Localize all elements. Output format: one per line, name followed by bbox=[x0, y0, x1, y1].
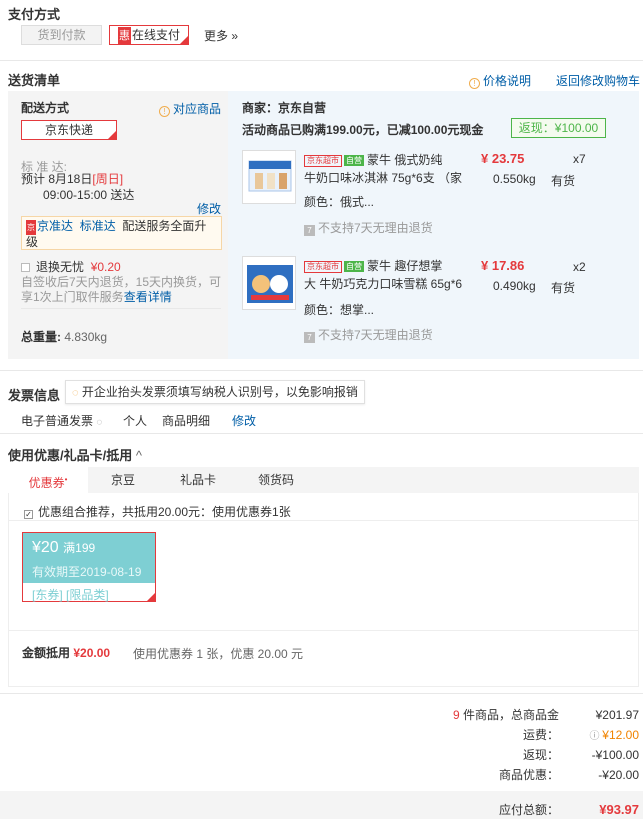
coupon-tabs: 优惠券• 京豆 礼品卡 领货码 bbox=[8, 467, 639, 493]
rebate-badge: 返现：¥100.00 bbox=[511, 118, 606, 138]
product-title[interactable]: 京东超市 自营 蒙牛 俄式奶纯 牛奶口味冰淇淋 75g*6支 （家 bbox=[304, 151, 474, 187]
coupon-tags: [东券] [限品类] bbox=[32, 588, 109, 602]
coupon-card[interactable]: ¥20 满199 有效期至2019-08-19 [东券] [限品类] bbox=[22, 532, 156, 602]
checkbox-checked-icon[interactable]: ✓ bbox=[24, 510, 33, 519]
invoice-person: 个人 bbox=[123, 414, 148, 428]
info-icon: ! bbox=[159, 106, 170, 117]
summary-rebate: 返现： -¥100.00 bbox=[522, 748, 639, 762]
amount-deducted: 金额抵用 ¥20.00 bbox=[22, 646, 111, 660]
invoice-detail: 商品明细 bbox=[162, 414, 211, 428]
shipper-option-button[interactable]: 京东快递 bbox=[21, 120, 117, 140]
product-color: 颜色：想掌... bbox=[304, 303, 375, 317]
coupon-combo[interactable]: ✓ 优惠组合推荐，共抵用20.00元：使用优惠券1张 bbox=[24, 503, 291, 520]
cod-option-button[interactable]: 货到付款 bbox=[21, 25, 102, 45]
selected-corner-icon bbox=[146, 592, 156, 602]
summary-goods-total: 9 件商品，总商品金 ¥201.97 bbox=[452, 708, 639, 722]
selected-corner-icon bbox=[179, 35, 189, 45]
online-pay-label: 在线支付 bbox=[131, 28, 180, 42]
product-image[interactable] bbox=[242, 256, 296, 310]
corresponding-items-link[interactable]: ! 对应商品 bbox=[159, 100, 221, 117]
divider bbox=[0, 433, 643, 434]
summary-payable: 应付总额： ¥93.97 bbox=[498, 802, 639, 817]
product-image[interactable] bbox=[242, 150, 296, 204]
delivery-method-title: 配送方式 bbox=[21, 101, 70, 115]
no-return-note: 7 不支持7天无理由退货 bbox=[304, 326, 433, 343]
tab-redeem-code[interactable]: 领货码 bbox=[238, 467, 314, 493]
product-color: 颜色：俄式... bbox=[304, 195, 375, 209]
promo-icon: 京 bbox=[26, 220, 36, 235]
refund-checkbox[interactable] bbox=[21, 263, 30, 272]
divider bbox=[0, 370, 643, 371]
jd-supermarket-tag: 京东超市 bbox=[304, 154, 342, 167]
product-price: ¥ 23.75 bbox=[481, 151, 525, 166]
shipper-label: 京东快递 bbox=[44, 123, 93, 137]
divider bbox=[0, 60, 643, 61]
amount-description: 使用优惠券 1 张，优惠 20.00 元 bbox=[133, 647, 304, 661]
invoice-section-title: 发票信息 bbox=[8, 388, 61, 403]
self-operated-tag: 自营 bbox=[344, 261, 364, 273]
no-return-icon: 7 bbox=[304, 332, 315, 343]
no-return-note: 7 不支持7天无理由退货 bbox=[304, 219, 433, 236]
delivery-section-title: 送货清单 bbox=[8, 73, 61, 88]
product-stock: 有货 bbox=[551, 174, 576, 188]
coupon-section-title[interactable]: 使用优惠/礼品卡/抵用 ^ bbox=[8, 445, 142, 464]
eta-text: 预计 8月18日[周日] bbox=[21, 172, 124, 186]
tab-coupon[interactable]: 优惠券• bbox=[8, 467, 88, 493]
payment-section-title: 支付方式 bbox=[8, 7, 61, 22]
info-icon: ! bbox=[469, 78, 480, 89]
product-weight: 0.550kg bbox=[493, 172, 536, 186]
shop-name: 商家：京东自营 bbox=[242, 101, 327, 115]
info-icon: ◌ bbox=[96, 417, 103, 428]
tab-gift-card[interactable]: 礼品卡 bbox=[158, 467, 238, 493]
shop-promo: 活动商品已购满199.00元，已减100.00元现金 bbox=[242, 123, 484, 137]
invoice-tip: ◌ 开企业抬头发票须填写纳税人识别号，以免影响报销 bbox=[65, 380, 365, 404]
product-qty: x2 bbox=[573, 260, 586, 274]
refund-description: 自签收后7天内退货，15天内换货，可享1次上门取件服务查看详情 bbox=[21, 275, 222, 304]
selected-corner-icon bbox=[107, 130, 117, 140]
product-stock: 有货 bbox=[551, 281, 576, 295]
online-pay-option-button[interactable]: 惠在线支付 bbox=[109, 25, 189, 45]
coupon-amount: ¥20 满199 bbox=[32, 539, 96, 556]
summary-freight: 运费： ⓘ ¥12.00 bbox=[522, 728, 639, 742]
price-note-link[interactable]: ! 价格说明 bbox=[469, 72, 531, 89]
summary-discount: 商品优惠： -¥20.00 bbox=[498, 768, 639, 782]
refund-detail-link[interactable]: 查看详情 bbox=[124, 290, 172, 304]
eta-time: 09:00-15:00 送达 bbox=[43, 188, 135, 202]
lightbulb-icon: ◌ bbox=[72, 387, 79, 399]
product-price: ¥ 17.86 bbox=[481, 258, 525, 273]
jd-supermarket-tag: 京东超市 bbox=[304, 260, 342, 273]
divider bbox=[0, 693, 643, 694]
delivery-promo-banner: 京京准达 标准达 配送服务全面升级 bbox=[21, 216, 222, 250]
divider bbox=[8, 630, 639, 631]
tab-jd-beans[interactable]: 京豆 bbox=[88, 467, 158, 493]
product-weight: 0.490kg bbox=[493, 279, 536, 293]
chevron-up-icon: ^ bbox=[135, 448, 142, 463]
more-payment-link[interactable]: 更多 » bbox=[204, 27, 238, 44]
divider bbox=[8, 520, 639, 521]
jzd-link[interactable]: 京准达 bbox=[37, 219, 73, 233]
coupon-expire: 有效期至2019-08-19 bbox=[32, 565, 142, 579]
discount-tag: 惠 bbox=[117, 27, 131, 45]
invoice-type: 电子普通发票 ◌ bbox=[21, 414, 103, 428]
self-operated-tag: 自营 bbox=[344, 155, 364, 167]
product-qty: x7 bbox=[573, 152, 586, 166]
refund-service[interactable]: 退换无忧 ¥0.20 bbox=[21, 258, 121, 275]
bzd-link[interactable]: 标准达 bbox=[80, 219, 116, 233]
product-title[interactable]: 京东超市 自营 蒙牛 趣仔想掌 大 牛奶巧克力口味雪糕 65g*6 bbox=[304, 257, 474, 293]
info-icon: ⓘ bbox=[589, 731, 603, 742]
invoice-modify-link[interactable]: 修改 bbox=[232, 412, 256, 429]
total-weight: 总重量: 4.830kg bbox=[21, 330, 108, 344]
back-to-cart-link[interactable]: 返回修改购物车 bbox=[556, 72, 640, 89]
no-return-icon: 7 bbox=[304, 225, 315, 236]
delivery-modify-link[interactable]: 修改 bbox=[197, 200, 221, 217]
divider bbox=[21, 308, 221, 309]
